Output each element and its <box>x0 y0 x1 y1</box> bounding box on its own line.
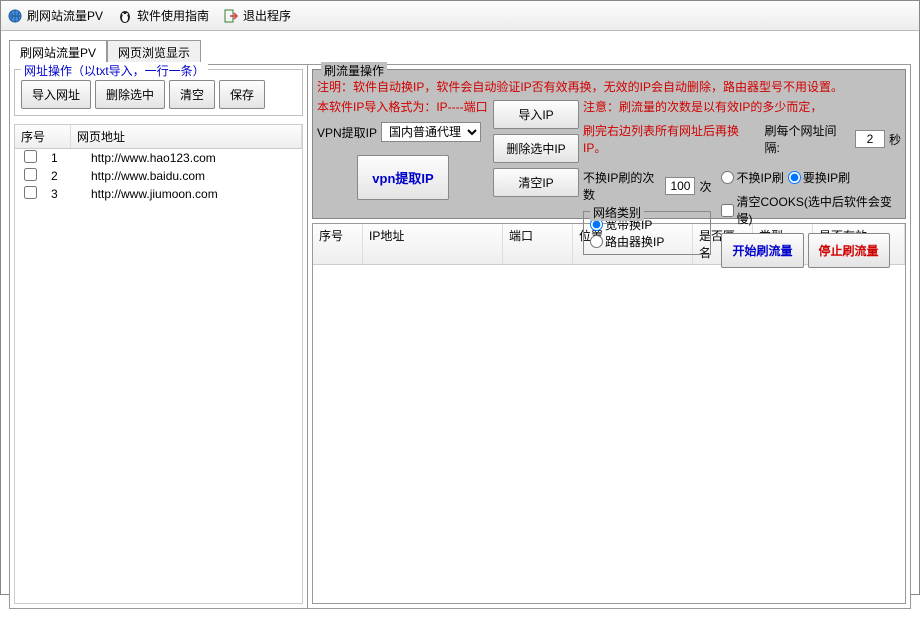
clear-cookies-checkbox[interactable]: 清空COOKS(选中后软件会变慢) <box>721 193 901 227</box>
ops-legend: 刷流量操作 <box>321 62 387 79</box>
toolbar-exit-label: 退出程序 <box>243 7 291 24</box>
remove-ip-button[interactable]: 删除选中IP <box>493 134 579 163</box>
warn2b: 刷每个网址间隔: <box>765 122 851 156</box>
ops-panel: 刷流量操作 注明：软件自动换IP，软件会自动验证IP否有效再换，无效的IP会自动… <box>312 69 906 219</box>
url-table: 序号 网页地址 1 http://www.hao123.com 2 http:/… <box>14 124 303 604</box>
count-label: 不换IP刷的次数 <box>583 169 661 203</box>
url-col-addr: 网页地址 <box>71 125 302 148</box>
net-router-radio[interactable]: 路由器换IP <box>590 233 704 250</box>
note1: 注明：软件自动换IP，软件会自动验证IP否有效再换，无效的IP会自动删除，路由器… <box>317 78 901 95</box>
url-row[interactable]: 2 http://www.baidu.com <box>15 167 302 185</box>
main-toolbar: 刷网站流量PV 软件使用指南 退出程序 <box>1 1 919 31</box>
url-checkbox[interactable] <box>24 186 37 199</box>
exit-icon <box>223 8 239 24</box>
start-button[interactable]: 开始刷流量 <box>721 233 803 268</box>
net-legend: 网络类别 <box>590 204 644 221</box>
clear-ip-button[interactable]: 清空IP <box>493 168 579 197</box>
vpn-label: VPN提取IP <box>317 124 377 141</box>
toolbar-guide-label: 软件使用指南 <box>137 7 209 24</box>
clear-url-button[interactable]: 清空 <box>169 80 215 109</box>
count-input[interactable] <box>665 177 695 195</box>
no-switch-radio[interactable]: 不换IP刷 <box>721 169 783 186</box>
url-row[interactable]: 1 http://www.hao123.com <box>15 149 302 167</box>
interval-input[interactable] <box>855 130 885 148</box>
toolbar-pv-label: 刷网站流量PV <box>27 7 103 24</box>
save-url-button[interactable]: 保存 <box>219 80 265 109</box>
url-checkbox[interactable] <box>24 168 37 181</box>
toolbar-pv[interactable]: 刷网站流量PV <box>7 7 103 24</box>
url-checkbox[interactable] <box>24 150 37 163</box>
warn1: 注意：刷流量的次数是以有效IP的多少而定， <box>583 98 901 115</box>
penguin-icon <box>117 8 133 24</box>
import-url-button[interactable]: 导入网址 <box>21 80 91 109</box>
import-ip-button[interactable]: 导入IP <box>493 100 579 129</box>
switch-radio[interactable]: 要换IP刷 <box>788 169 850 186</box>
toolbar-guide[interactable]: 软件使用指南 <box>117 7 209 24</box>
ip-table: 序号 IP地址 端口 位置 是否匿名 类型 是否有效 <box>312 223 906 604</box>
vpn-extract-button[interactable]: vpn提取IP <box>357 155 448 200</box>
stop-button[interactable]: 停止刷流量 <box>808 233 890 268</box>
globe-icon <box>7 8 23 24</box>
note2: 本软件IP导入格式为：IP----端口 <box>317 98 489 115</box>
url-col-seq: 序号 <box>15 125 71 148</box>
vpn-select[interactable]: 国内普通代理 <box>381 122 481 142</box>
warn2a: 刷完右边列表所有网址后再换IP。 <box>583 122 761 156</box>
url-legend: 网址操作（以txt导入，一行一条） <box>21 62 208 79</box>
count-unit: 次 <box>699 178 711 195</box>
interval-unit: 秒 <box>889 131 901 148</box>
url-row[interactable]: 3 http://www.jiumoon.com <box>15 185 302 203</box>
remove-url-button[interactable]: 删除选中 <box>95 80 165 109</box>
toolbar-exit[interactable]: 退出程序 <box>223 7 291 24</box>
